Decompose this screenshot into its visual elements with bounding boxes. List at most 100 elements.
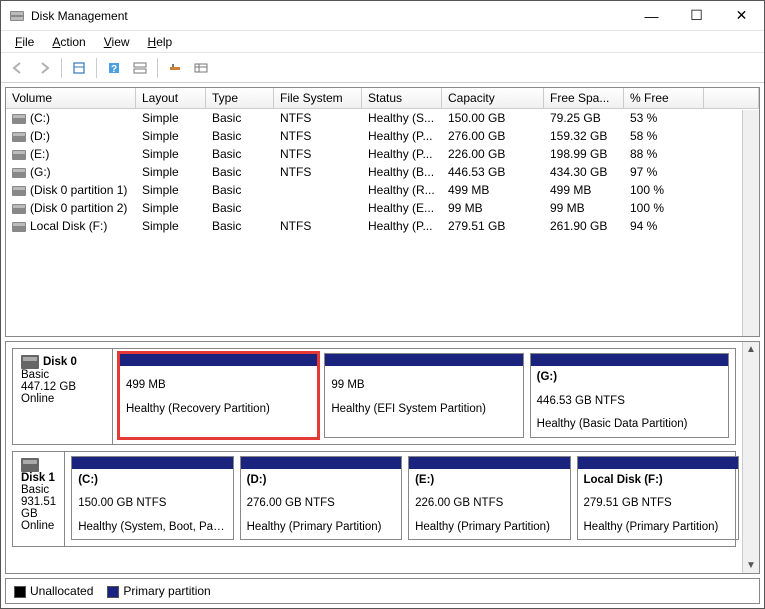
minimize-button[interactable]: — [629,1,674,30]
volume-capacity: 99 MB [442,200,544,216]
settings-button[interactable] [164,57,186,79]
volume-type: Basic [206,182,274,198]
disk-label[interactable]: Disk 1Basic931.51 GBOnline [13,452,65,547]
volume-type: Basic [206,164,274,180]
partition[interactable]: (D:)276.00 GB NTFSHealthy (Primary Parti… [240,456,402,541]
partition-size: 99 MB [325,374,522,398]
disk-type: Basic [21,484,56,496]
volume-free: 499 MB [544,182,624,198]
volume-capacity: 499 MB [442,182,544,198]
volume-name: (C:) [6,110,136,126]
volume-row[interactable]: (D:)SimpleBasicNTFSHealthy (P...276.00 G… [6,127,759,145]
col-status[interactable]: Status [362,88,442,108]
volume-row[interactable]: (Disk 0 partition 2)SimpleBasicHealthy (… [6,199,759,217]
partition-size: 226.00 GB NTFS [409,492,569,516]
volume-layout: Simple [136,164,206,180]
legend-primary-label: Primary partition [123,584,210,598]
volume-type: Basic [206,128,274,144]
volume-status: Healthy (P... [362,128,442,144]
volume-icon [12,186,26,196]
menu-view[interactable]: View [96,33,138,51]
partition[interactable]: Local Disk (F:)279.51 GB NTFSHealthy (Pr… [577,456,739,541]
volume-capacity: 226.00 GB [442,146,544,162]
volume-icon [12,132,26,142]
col-capacity[interactable]: Capacity [442,88,544,108]
view-top-button[interactable] [129,57,151,79]
disk-graphic-body: Disk 0Basic447.12 GBOnline499 MBHealthy … [6,342,742,573]
scroll-up-icon[interactable]: ▲ [746,342,756,357]
volume-name: (E:) [6,146,136,162]
menu-view-label: iew [112,35,130,49]
col-freespace[interactable]: Free Spa... [544,88,624,108]
volume-type: Basic [206,110,274,126]
volume-icon [12,204,26,214]
col-layout[interactable]: Layout [136,88,206,108]
menu-file[interactable]: File [7,33,42,51]
disk-icon [21,355,39,369]
disk-graphic-scrollbar[interactable]: ▲ ▼ [742,342,759,573]
partition-status: Healthy (EFI System Partition) [325,398,522,422]
partition-size: 446.53 GB NTFS [531,390,728,414]
volume-capacity: 276.00 GB [442,128,544,144]
partition[interactable]: 499 MBHealthy (Recovery Partition) [119,353,318,438]
volume-status: Healthy (P... [362,146,442,162]
partition-title: Local Disk (F:) [578,469,738,493]
volume-layout: Simple [136,146,206,162]
volume-fs: NTFS [274,128,362,144]
volume-row[interactable]: Local Disk (F:)SimpleBasicNTFSHealthy (P… [6,217,759,235]
volume-row[interactable]: (G:)SimpleBasicNTFSHealthy (B...446.53 G… [6,163,759,181]
volume-capacity: 446.53 GB [442,164,544,180]
menu-help[interactable]: Help [140,33,181,51]
titlebar: Disk Management — ☐ ✕ [1,1,764,31]
volume-layout: Simple [136,218,206,234]
volume-icon [12,114,26,124]
partition-title [325,366,522,374]
col-volume[interactable]: Volume [6,88,136,108]
col-filesystem[interactable]: File System [274,88,362,108]
volume-row[interactable]: (E:)SimpleBasicNTFSHealthy (P...226.00 G… [6,145,759,163]
volume-name: (G:) [6,164,136,180]
partition[interactable]: (G:)446.53 GB NTFSHealthy (Basic Data Pa… [530,353,729,438]
volume-list-scrollbar[interactable] [742,110,759,336]
partition-stripe [325,354,522,366]
svg-text:?: ? [111,64,117,75]
maximize-button[interactable]: ☐ [674,1,719,30]
partition-status: Healthy (Primary Partition) [409,516,569,540]
menu-file-label: ile [22,35,34,49]
volume-pct: 53 % [624,110,704,126]
volume-free: 79.25 GB [544,110,624,126]
close-button[interactable]: ✕ [719,1,764,30]
menubar: File Action View Help [1,31,764,53]
back-button[interactable] [7,57,29,79]
partition-title: (G:) [531,366,728,390]
disk-label[interactable]: Disk 0Basic447.12 GBOnline [13,349,113,444]
volume-list-header: Volume Layout Type File System Status Ca… [6,88,759,109]
partition-stripe [120,354,317,366]
volume-type: Basic [206,218,274,234]
partition-title: (D:) [241,469,401,493]
properties-button[interactable] [68,57,90,79]
window-title: Disk Management [31,9,629,23]
col-type[interactable]: Type [206,88,274,108]
volume-fs: NTFS [274,164,362,180]
menu-action[interactable]: Action [44,33,93,51]
partition[interactable]: (C:)150.00 GB NTFSHealthy (System, Boot,… [71,456,233,541]
volume-row[interactable]: (C:)SimpleBasicNTFSHealthy (S...150.00 G… [6,109,759,127]
volume-pct: 100 % [624,182,704,198]
toolbar-separator [96,58,97,78]
partition[interactable]: (E:)226.00 GB NTFSHealthy (Primary Parti… [408,456,570,541]
volume-fs: NTFS [274,110,362,126]
col-pctfree[interactable]: % Free [624,88,704,108]
partition[interactable]: 99 MBHealthy (EFI System Partition) [324,353,523,438]
list-view-button[interactable] [190,57,212,79]
volume-status: Healthy (E... [362,200,442,216]
forward-button[interactable] [33,57,55,79]
partition-status: Healthy (Primary Partition) [241,516,401,540]
volume-row[interactable]: (Disk 0 partition 1)SimpleBasicHealthy (… [6,181,759,199]
partition-container: (C:)150.00 GB NTFSHealthy (System, Boot,… [65,452,742,547]
partition-status: Healthy (System, Boot, Page File, ...) [72,516,232,540]
scroll-down-icon[interactable]: ▼ [746,558,756,573]
menu-action-label: ction [60,35,85,49]
help-button[interactable]: ? [103,57,125,79]
disk-graphic-panel: Disk 0Basic447.12 GBOnline499 MBHealthy … [5,341,760,574]
